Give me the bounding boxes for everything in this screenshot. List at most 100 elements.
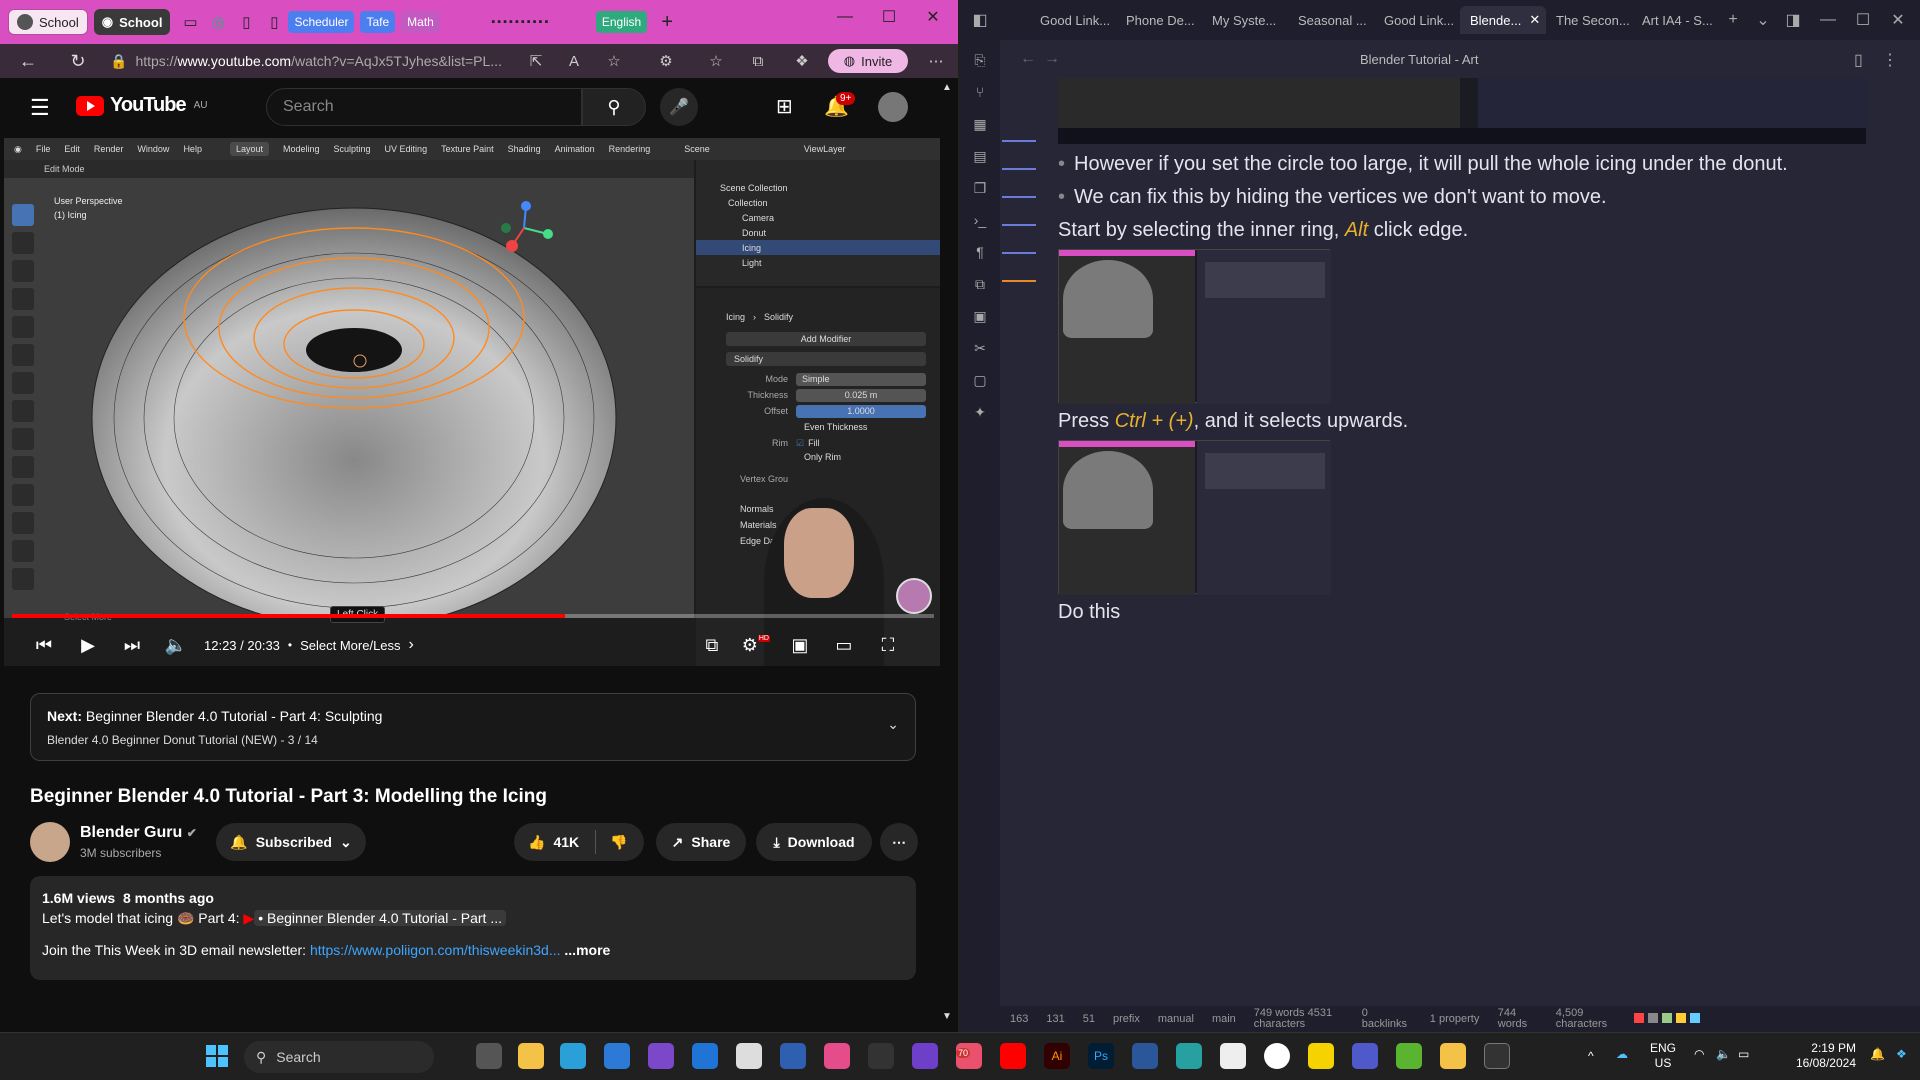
page-scrollbar[interactable]: ▲ ▼: [940, 82, 954, 1022]
tab-group-tafe[interactable]: Tafe: [360, 11, 396, 33]
comment-icon[interactable]: ▢: [970, 370, 990, 390]
edge-icon[interactable]: [560, 1043, 586, 1069]
start-button-icon[interactable]: [206, 1045, 228, 1067]
chapter-title[interactable]: Select More/Less: [300, 638, 400, 653]
language-indicator[interactable]: ENG US: [1650, 1041, 1676, 1071]
photoshop-icon[interactable]: Ps: [1088, 1043, 1114, 1069]
extensions-icon[interactable]: ⚙: [654, 50, 678, 72]
status-item[interactable]: prefix: [1113, 1013, 1140, 1025]
show-more-button[interactable]: ...more: [564, 942, 610, 958]
video-player[interactable]: ◉ File Edit Render Window Help Layout Mo…: [4, 138, 940, 666]
templates-icon[interactable]: ❐: [970, 178, 990, 198]
status-item[interactable]: manual: [1158, 1013, 1194, 1025]
play-icon[interactable]: ▶: [66, 627, 110, 663]
close-icon[interactable]: ✕: [910, 0, 956, 34]
minimize-icon[interactable]: —: [822, 0, 868, 34]
figma-icon[interactable]: [824, 1043, 850, 1069]
pinned-tab-icon[interactable]: ▯: [232, 9, 260, 35]
graph-view-icon[interactable]: ⑂: [970, 82, 990, 102]
more-menu-icon[interactable]: ⋯: [924, 50, 948, 72]
next-video-icon[interactable]: ⏭: [110, 627, 154, 663]
collections-icon[interactable]: ⧉: [746, 50, 770, 72]
account-avatar[interactable]: [878, 92, 908, 122]
tab-school[interactable]: ◉ School: [93, 9, 171, 35]
copy-icon[interactable]: ⧉: [970, 274, 990, 294]
note-body[interactable]: However if you set the circle too large,…: [1058, 148, 1898, 629]
presentation-icon[interactable]: ▣: [970, 306, 990, 326]
tab-actions-icon[interactable]: ▭: [176, 9, 204, 35]
tab-group-math[interactable]: Math: [401, 11, 440, 33]
more-actions-icon[interactable]: ⋯: [880, 823, 918, 861]
clock[interactable]: 2:19 PM 16/08/2024: [1770, 1041, 1856, 1071]
theater-mode-icon[interactable]: ▭: [822, 627, 866, 663]
file-explorer-icon[interactable]: [518, 1043, 544, 1069]
invite-button[interactable]: ◍ Invite: [828, 49, 908, 73]
open-quick-switcher-icon[interactable]: ⎘: [970, 50, 990, 70]
download-button[interactable]: ⤓ Download: [756, 823, 872, 861]
sparkle-icon[interactable]: ✦: [970, 402, 990, 422]
youtube-search-input[interactable]: Search: [266, 88, 582, 126]
copilot-icon[interactable]: ❖: [790, 50, 814, 72]
youtube-app-icon[interactable]: [1000, 1043, 1026, 1069]
illustrator-icon[interactable]: Ai: [1044, 1043, 1070, 1069]
youtube-search-button[interactable]: ⚲: [582, 88, 646, 126]
subtitles-icon[interactable]: ⧉: [690, 627, 734, 663]
outlook-icon[interactable]: [692, 1043, 718, 1069]
paragraph-icon[interactable]: ¶: [970, 242, 990, 262]
app-icon[interactable]: [868, 1043, 894, 1069]
daily-note-icon[interactable]: ▤: [970, 146, 990, 166]
channel-avatar[interactable]: [30, 822, 70, 862]
voice-search-mic-icon[interactable]: 🎤: [660, 88, 698, 126]
tray-chevron-icon[interactable]: ^: [1588, 1049, 1594, 1063]
app-icon[interactable]: [1264, 1043, 1290, 1069]
video-progress-bar[interactable]: [12, 614, 934, 618]
volume-icon[interactable]: 🔈: [154, 627, 198, 663]
like-icon[interactable]: 👍: [528, 834, 545, 851]
create-video-icon[interactable]: ⊞: [776, 94, 793, 119]
next-video-card[interactable]: Next: Beginner Blender 4.0 Tutorial - Pa…: [30, 693, 916, 761]
tools-icon[interactable]: ✂: [970, 338, 990, 358]
wifi-icon[interactable]: ◠: [1694, 1047, 1704, 1061]
pdf-app-icon[interactable]: [1220, 1043, 1246, 1069]
sidebar-toggle-icon[interactable]: ◧: [960, 10, 1000, 30]
subscribed-button[interactable]: 🔔 Subscribed ⌄: [216, 823, 366, 861]
onedrive-icon[interactable]: ☁: [1616, 1047, 1628, 1061]
battery-icon[interactable]: ▭: [1738, 1047, 1749, 1061]
tab-group-scheduler[interactable]: Scheduler: [288, 11, 355, 33]
app-badge-icon[interactable]: 70: [956, 1043, 982, 1069]
settings-gear-icon[interactable]: ⚙ HD: [734, 627, 778, 663]
taskbar-search[interactable]: ⚲ Search: [244, 1041, 434, 1073]
collapsed-tabs-icon[interactable]: ▪▪▪▪▪▪▪▪▪▪: [446, 9, 596, 35]
favorite-star-icon[interactable]: ☆: [602, 50, 626, 72]
obsidian-app-icon[interactable]: [648, 1043, 674, 1069]
hamburger-menu-icon[interactable]: ☰: [30, 95, 50, 121]
pinned-tab-icon-2[interactable]: ▯: [260, 9, 288, 35]
status-item[interactable]: main: [1212, 1013, 1236, 1025]
youtube-logo[interactable]: YouTube AU: [76, 94, 207, 117]
word-icon[interactable]: [1132, 1043, 1158, 1069]
edge-canary-icon[interactable]: [1176, 1043, 1202, 1069]
newsletter-link[interactable]: https://www.poliigon.com/thisweekin3d...: [310, 942, 561, 958]
maximize-icon[interactable]: ☐: [866, 0, 912, 34]
chevron-down-icon[interactable]: ⌄: [887, 716, 899, 733]
back-icon[interactable]: ←: [10, 46, 46, 76]
refresh-icon[interactable]: ↻: [60, 46, 96, 76]
workspaces-icon[interactable]: ◎: [204, 9, 232, 35]
description-link[interactable]: • Beginner Blender 4.0 Tutorial - Part .…: [254, 910, 507, 926]
back-icon[interactable]: ←: [1020, 50, 1036, 68]
speaker-icon[interactable]: 🔈: [1716, 1047, 1731, 1061]
notepad-icon[interactable]: [736, 1043, 762, 1069]
new-tab-icon[interactable]: +: [653, 9, 681, 35]
command-palette-icon[interactable]: ›_: [970, 210, 990, 230]
url-field[interactable]: 🔒 https://www.youtube.com/watch?v=AqJx5T…: [110, 48, 510, 74]
copilot-taskbar-icon[interactable]: ❖: [1896, 1047, 1907, 1061]
terminal-icon[interactable]: [1484, 1043, 1510, 1069]
share-button[interactable]: ↗ Share: [656, 823, 746, 861]
read-aloud-icon[interactable]: A: [562, 50, 586, 72]
miniplayer-icon[interactable]: ▣: [778, 627, 822, 663]
notifications-icon[interactable]: 🔔: [1870, 1047, 1885, 1061]
github-icon[interactable]: [912, 1043, 938, 1069]
profile-button[interactable]: School: [8, 9, 88, 35]
teams-icon[interactable]: [1352, 1043, 1378, 1069]
video-description[interactable]: 1.6M views 8 months ago Let's model that…: [30, 876, 916, 980]
